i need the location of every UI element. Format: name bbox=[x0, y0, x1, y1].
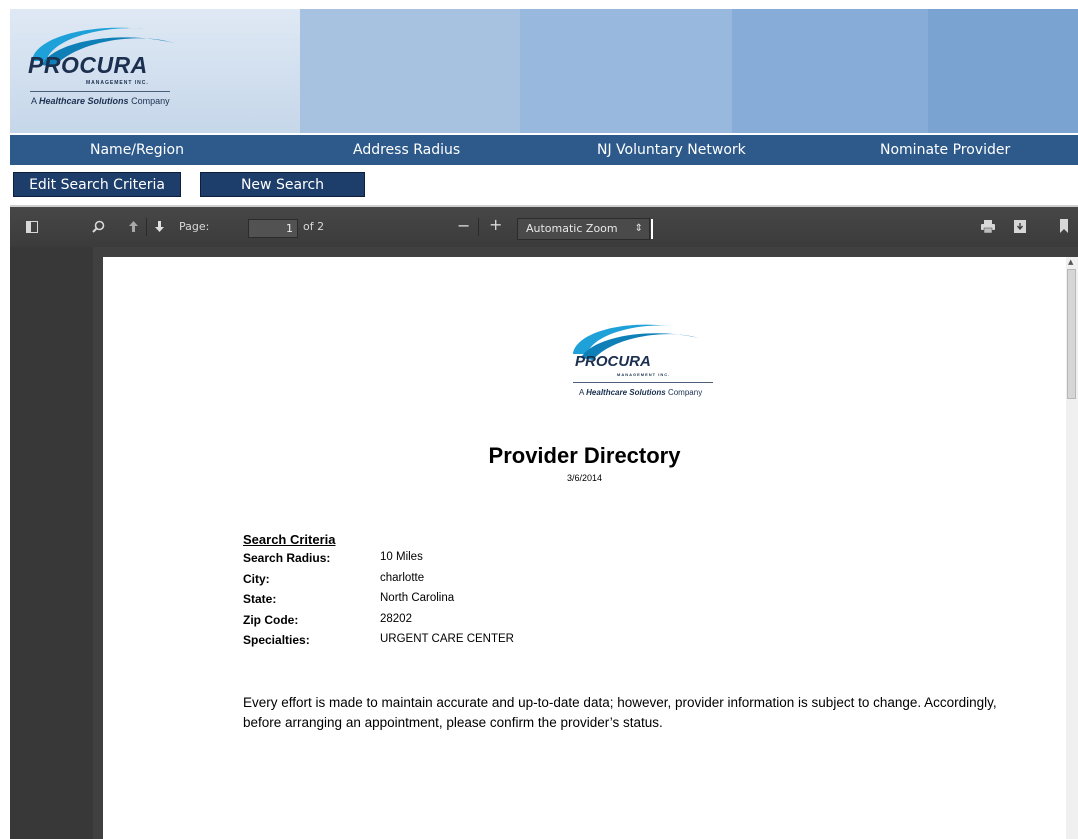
new-search-button[interactable]: New Search bbox=[200, 172, 365, 197]
toolbar-divider bbox=[146, 218, 147, 236]
scroll-up-icon[interactable]: ▲ bbox=[1068, 258, 1073, 266]
criteria-value: 28202 bbox=[380, 613, 412, 625]
banner-segment bbox=[732, 9, 928, 133]
banner-segment bbox=[928, 9, 1078, 133]
logo-rule bbox=[30, 91, 170, 92]
pdf-page: PROCURA MANAGEMENT INC. A Healthcare Sol… bbox=[103, 257, 1066, 839]
page-number-input[interactable]: 1 bbox=[248, 219, 298, 238]
previous-page-icon[interactable] bbox=[128, 220, 139, 233]
next-page-icon[interactable] bbox=[154, 220, 165, 233]
criteria-value: URGENT CARE CENTER bbox=[380, 633, 514, 645]
main-nav: Name/Region Address Radius NJ Voluntary … bbox=[10, 135, 1078, 165]
zoom-out-button[interactable]: − bbox=[457, 216, 470, 235]
text-cursor bbox=[651, 219, 653, 239]
search-icon[interactable] bbox=[92, 220, 105, 233]
logo-wordmark: PROCURA bbox=[28, 52, 148, 78]
zoom-select-value: Automatic Zoom bbox=[526, 222, 618, 235]
criteria-value: North Carolina bbox=[380, 592, 455, 604]
doc-logo-wordmark: PROCURA bbox=[575, 353, 651, 370]
page-total: of 2 bbox=[303, 220, 325, 233]
doc-logo-tagline: A Healthcare Solutions Company bbox=[579, 388, 703, 397]
print-icon[interactable] bbox=[981, 220, 995, 233]
nav-item-nj-voluntary-network[interactable]: NJ Voluntary Network bbox=[597, 135, 746, 165]
criteria-key: Specialties: bbox=[243, 633, 310, 647]
logo-subtitle: MANAGEMENT INC. bbox=[86, 80, 149, 86]
criteria-key: Zip Code: bbox=[243, 613, 299, 627]
pdf-viewer: Page: 1 of 2 − + Automatic Zoom ⇕ PROCUR… bbox=[10, 205, 1078, 839]
pdf-toolbar: Page: 1 of 2 − + Automatic Zoom ⇕ bbox=[10, 205, 1078, 247]
criteria-key: State: bbox=[243, 592, 277, 606]
zoom-select[interactable]: Automatic Zoom ⇕ bbox=[517, 218, 650, 240]
criteria-value: charlotte bbox=[380, 572, 425, 584]
header-banner: PROCURA MANAGEMENT INC. A Healthcare Sol… bbox=[10, 9, 1078, 133]
banner-segment bbox=[300, 9, 520, 133]
edit-search-criteria-button[interactable]: Edit Search Criteria bbox=[13, 172, 181, 197]
viewer-sidebar bbox=[10, 247, 93, 839]
document-title: Provider Directory bbox=[488, 443, 681, 468]
nav-item-nominate-provider[interactable]: Nominate Provider bbox=[880, 135, 1010, 165]
criteria-key: Search Radius: bbox=[243, 551, 331, 565]
doc-logo-rule bbox=[573, 382, 713, 383]
document-logo: PROCURA MANAGEMENT INC. A Healthcare Sol… bbox=[569, 320, 719, 405]
banner-segment bbox=[520, 9, 732, 133]
toolbar-divider bbox=[478, 218, 479, 236]
criteria-heading: Search Criteria bbox=[243, 532, 336, 547]
procura-logo[interactable]: PROCURA MANAGEMENT INC. A Healthcare Sol… bbox=[10, 9, 300, 133]
select-arrows-icon: ⇕ bbox=[634, 223, 643, 234]
page-label: Page: bbox=[179, 220, 210, 233]
doc-logo-subtitle: MANAGEMENT INC. bbox=[617, 372, 671, 377]
nav-item-name-region[interactable]: Name/Region bbox=[90, 135, 184, 165]
download-icon[interactable] bbox=[1014, 220, 1026, 233]
nav-item-address-radius[interactable]: Address Radius bbox=[353, 135, 460, 165]
criteria-value: 10 Miles bbox=[380, 551, 423, 563]
document-date: 3/6/2014 bbox=[566, 473, 603, 483]
disclaimer-text: Every effort is made to maintain accurat… bbox=[243, 695, 997, 730]
zoom-in-button[interactable]: + bbox=[489, 215, 502, 234]
logo-tagline: A Healthcare Solutions Company bbox=[31, 96, 170, 106]
page-scrollbar[interactable]: ▲ bbox=[1066, 257, 1078, 839]
bookmark-icon[interactable] bbox=[1060, 219, 1068, 233]
scroll-thumb[interactable] bbox=[1067, 269, 1076, 399]
sidebar-toggle-icon[interactable] bbox=[26, 221, 38, 233]
criteria-key: City: bbox=[243, 572, 270, 586]
